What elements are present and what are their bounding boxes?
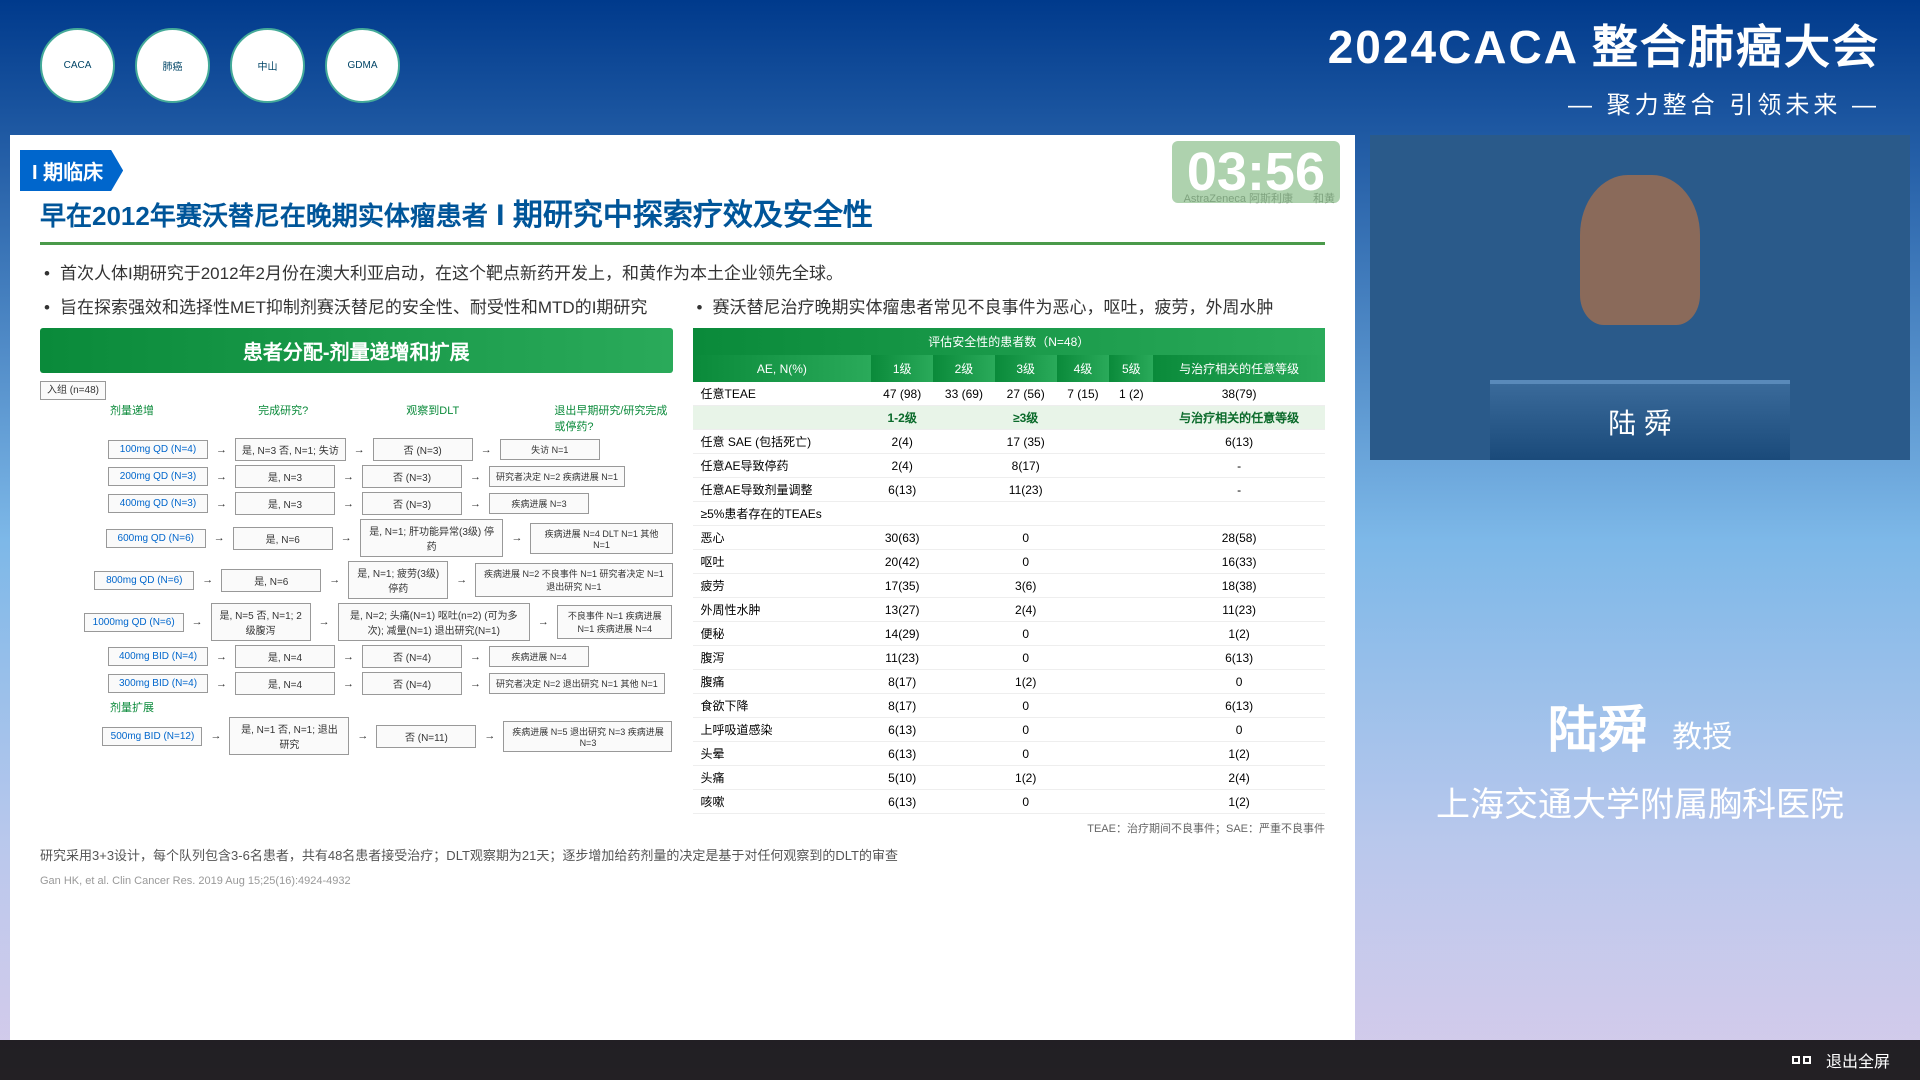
flow-row: 800mg QD (N=6)→是, N=6→是, N=1; 疲劳(3级) 停药→… <box>40 561 673 599</box>
presentation-timer: 03:56 <box>1172 141 1340 203</box>
table-row: 腹痛8(17)1(2)0 <box>693 670 1326 694</box>
flow-row: 600mg QD (N=6)→是, N=6→是, N=1; 肝功能异常(3级) … <box>40 519 673 557</box>
speaker-video[interactable]: 陆 舜 <box>1370 135 1910 460</box>
event-subtitle: — 聚力整合 引领未来 — <box>1328 85 1880 120</box>
table-row: 便秘14(29)01(2) <box>693 622 1326 646</box>
speaker-info: 陆舜 教授 上海交通大学附属胸科医院 <box>1370 475 1910 1040</box>
col-label-1: 剂量递增 <box>110 402 228 434</box>
flow-header: 患者分配-剂量递增和扩展 <box>40 328 673 373</box>
event-header: CACA 肺癌 中山 GDMA 2024CACA 整合肺癌大会 — 聚力整合 引… <box>40 20 1880 110</box>
table-row: 头晕6(13)01(2) <box>693 742 1326 766</box>
table-row: 任意AE导致剂量调整6(13)11(23)- <box>693 478 1326 502</box>
video-controls[interactable]: 退出全屏 <box>0 1040 1920 1080</box>
podium-nameplate: 陆 舜 <box>1490 380 1790 460</box>
slide-title: 早在2012年赛沃替尼在晚期实体瘤患者 I 期研究中探索疗效及安全性 <box>40 190 1325 245</box>
logo-caca: CACA <box>40 28 115 103</box>
exit-fullscreen-button[interactable]: 退出全屏 <box>1826 1048 1890 1072</box>
logo-sysu: 中山 <box>230 28 305 103</box>
col-label-2: 完成研究? <box>258 402 376 434</box>
table-col-header: 与治疗相关的任意等级 <box>1153 355 1325 382</box>
col-label-3: 观察到DLT <box>406 402 524 434</box>
flow-diagram: 入组 (n=48) 剂量递增 完成研究? 观察到DLT 退出早期研究/研究完成或… <box>40 381 673 755</box>
table-row: 1-2级≥3级与治疗相关的任意等级 <box>693 406 1326 430</box>
table-row: 疲劳17(35)3(6)18(38) <box>693 574 1326 598</box>
speaker-figure <box>1580 175 1700 325</box>
table-col-header: 2级 <box>933 355 995 382</box>
flow-row: 400mg BID (N=4)→是, N=4→否 (N=4)→疾病进展 N=4 <box>40 645 673 668</box>
table-row: 任意TEAE47 (98)33 (69)27 (56)7 (15)1 (2)38… <box>693 382 1326 406</box>
speaker-org: 上海交通大学附属胸科医院 <box>1436 777 1844 826</box>
speaker-title: 教授 <box>1672 721 1732 754</box>
citation: Gan HK, et al. Clin Cancer Res. 2019 Aug… <box>40 875 1325 887</box>
entry-box: 入组 (n=48) <box>40 381 106 400</box>
table-row: ≥5%患者存在的TEAEs <box>693 502 1326 526</box>
table-row: 外周性水肿13(27)2(4)11(23) <box>693 598 1326 622</box>
table-col-header: 1级 <box>871 355 933 382</box>
table-col-header: 4级 <box>1057 355 1110 382</box>
logo-gdma: GDMA <box>325 28 400 103</box>
table-row: 任意AE导致停药2(4)8(17)- <box>693 454 1326 478</box>
bullet-2: 旨在探索强效和选择性MET抑制剂赛沃替尼的安全性、耐受性和MTD的I期研究 <box>40 295 673 321</box>
flow-row: 200mg QD (N=3)→是, N=3→否 (N=3)→研究者决定 N=2 … <box>40 465 673 488</box>
table-legend: TEAE：治疗期间不良事件；SAE：严重不良事件 <box>693 820 1326 836</box>
footnote: 研究采用3+3设计，每个队列包含3-6名患者，共有48名患者接受治疗；DLT观察… <box>40 846 1325 867</box>
table-col-header: 3级 <box>995 355 1057 382</box>
table-col-header: 5级 <box>1109 355 1153 382</box>
speaker-name: 陆舜 <box>1548 702 1648 758</box>
table-row: 咳嗽6(13)01(2) <box>693 790 1326 814</box>
flow-row: 100mg QD (N=4)→是, N=3 否, N=1; 失访→否 (N=3)… <box>40 438 673 461</box>
flow-row: 500mg BID (N=12)→是, N=1 否, N=1; 退出研究→否 (… <box>40 717 673 755</box>
title-highlight: I 期研究中探索疗效及安全性 <box>488 199 873 232</box>
table-row: 头痛5(10)1(2)2(4) <box>693 766 1326 790</box>
sponsor-logos: CACA 肺癌 中山 GDMA <box>40 28 400 103</box>
table-row: 恶心30(63)028(58) <box>693 526 1326 550</box>
logo-lung: 肺癌 <box>135 28 210 103</box>
table-row: 食欲下降8(17)06(13) <box>693 694 1326 718</box>
presentation-slide: I 期临床 03:56 AstraZeneca 阿斯利康 和黄 早在2012年赛… <box>10 135 1355 1040</box>
table-row: 腹泻11(23)06(13) <box>693 646 1326 670</box>
table-row: 上呼吸道感染6(13)00 <box>693 718 1326 742</box>
fullscreen-exit-icon[interactable] <box>1792 1056 1811 1064</box>
bullet-3: 赛沃替尼治疗晚期实体瘤患者常见不良事件为恶心，呕吐，疲劳，外周水肿 <box>693 295 1326 321</box>
table-col-header: AE, N(%) <box>693 355 872 382</box>
bullet-1: 首次人体I期研究于2012年2月份在澳大利亚启动，在这个靶点新药开发上，和黄作为… <box>40 261 1325 287</box>
phase-tag: I 期临床 <box>20 150 123 191</box>
event-title: 2024CACA 整合肺癌大会 <box>1328 11 1880 77</box>
flow-row: 1000mg QD (N=6)→是, N=5 否, N=1; 2级腹泻→是, N… <box>40 603 673 641</box>
table-row: 呕吐20(42)016(33) <box>693 550 1326 574</box>
ae-table: 评估安全性的患者数（N=48） AE, N(%)1级2级3级4级5级与治疗相关的… <box>693 328 1326 814</box>
flow-row: 300mg BID (N=4)→是, N=4→否 (N=4)→研究者决定 N=2… <box>40 672 673 695</box>
title-prefix: 早在2012年赛沃替尼在晚期实体瘤患者 <box>40 201 488 231</box>
table-main-header: 评估安全性的患者数（N=48） <box>693 328 1326 355</box>
col-label-4: 退出早期研究/研究完成或停药? <box>554 402 672 434</box>
flow-row: 400mg QD (N=3)→是, N=3→否 (N=3)→疾病进展 N=3 <box>40 492 673 515</box>
table-row: 任意 SAE (包括死亡)2(4)17 (35)6(13) <box>693 430 1326 454</box>
